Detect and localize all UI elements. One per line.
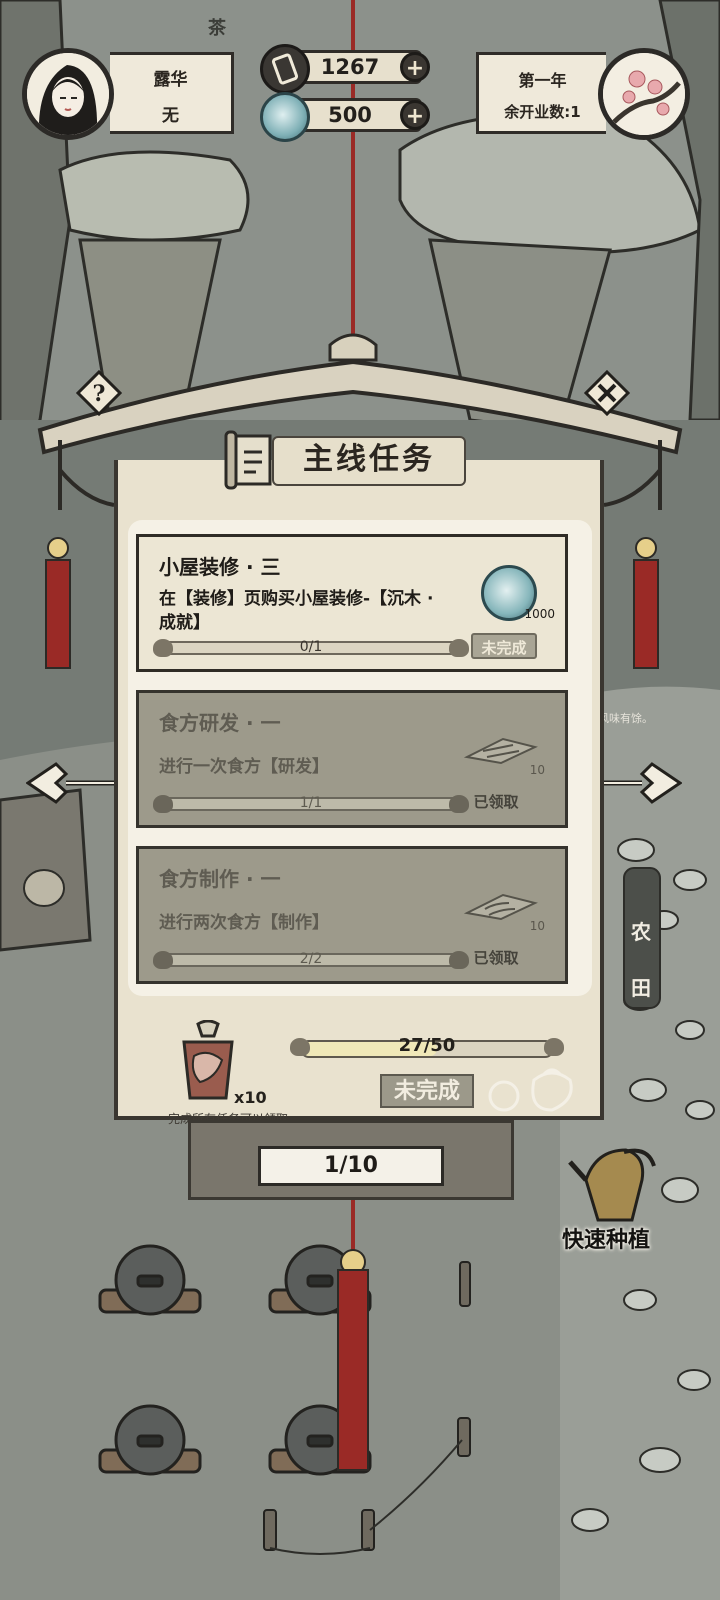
chest-reward-icon <box>182 1020 234 1100</box>
previous-page-button[interactable] <box>25 760 116 806</box>
recipe-board-icon <box>463 737 538 765</box>
portrait-icon <box>27 53 109 135</box>
task-description: 进行一次食方【研发】 <box>159 757 329 777</box>
close-icon <box>583 369 631 417</box>
coin-amount: 1267 <box>320 55 380 79</box>
reward-amount: 10 <box>529 919 545 933</box>
season-badge[interactable] <box>598 48 690 140</box>
calendar-plate[interactable]: 第一年 余开业数:1 <box>476 52 606 134</box>
plum-blossom-icon <box>603 53 685 135</box>
panel-header: 主线任务 <box>222 428 474 490</box>
panel-title: 主线任务 <box>272 436 466 486</box>
page-indicator: 1/10 <box>258 1146 444 1186</box>
watering-can-icon[interactable] <box>566 1140 662 1230</box>
chest-reward-count: x10 <box>234 1088 267 1107</box>
task-title: 食方研发 · 一 <box>159 711 281 735</box>
task-status-label: 已领取 <box>473 949 519 967</box>
claim-all-button[interactable]: 未完成 <box>380 1074 474 1108</box>
next-page-button[interactable] <box>592 760 683 806</box>
player-name-plate[interactable]: 露华 无 <box>110 52 234 134</box>
player-name: 露华 <box>153 70 188 90</box>
current-year: 第一年 <box>518 71 567 90</box>
add-coins-button[interactable]: + <box>400 52 430 82</box>
task-card[interactable]: 食方制作 · 一 进行两次食方【制作】 2/2 10 已领取 <box>136 846 568 984</box>
task-title: 食方制作 · 一 <box>159 867 281 891</box>
remaining-openings: 余开业数:1 <box>504 103 581 121</box>
task-description: 在【装修】页购买小屋装修-【沉木 · 成就】 <box>159 589 434 633</box>
player-avatar[interactable] <box>22 48 114 140</box>
task-card[interactable]: 食方研发 · 一 进行一次食方【研发】 1/1 10 已领取 <box>136 690 568 828</box>
reward-amount: 1000 <box>524 607 555 621</box>
svg-text:?: ? <box>93 381 106 407</box>
task-progress-text: 2/2 <box>299 951 323 967</box>
recipe-board-icon <box>463 893 538 921</box>
jade-amount: 500 <box>328 103 372 127</box>
arrow-right-icon <box>594 762 683 804</box>
farmland-label[interactable]: 农田 <box>626 904 656 1016</box>
jade-icon <box>260 92 310 142</box>
reward-amount: 10 <box>529 763 545 777</box>
add-jade-button[interactable]: + <box>400 100 430 130</box>
task-description: 进行两次食方【制作】 <box>159 913 329 933</box>
quick-plant-label[interactable]: 快速种植 <box>562 1222 650 1254</box>
task-card[interactable]: 小屋装修 · 三 在【装修】页购买小屋装修-【沉木 · 成就】 0/1 1000… <box>136 534 568 672</box>
help-button[interactable]: ? <box>75 369 123 417</box>
arrow-left-icon <box>25 762 114 804</box>
background-flavor-text: 风味有馀。 <box>598 712 653 725</box>
player-title: 无 <box>162 106 179 126</box>
coin-icon <box>260 44 310 94</box>
overall-progress-text: 27/50 <box>398 1035 456 1056</box>
task-title: 小屋装修 · 三 <box>159 555 281 579</box>
teapot-icon <box>488 1068 573 1112</box>
task-progress-text: 1/1 <box>299 795 323 811</box>
close-button[interactable] <box>583 369 631 417</box>
question-mark-icon: ? <box>75 369 123 417</box>
task-status-label: 已领取 <box>473 793 519 811</box>
task-progress-text: 0/1 <box>299 639 323 655</box>
task-status-button[interactable]: 未完成 <box>471 633 537 659</box>
